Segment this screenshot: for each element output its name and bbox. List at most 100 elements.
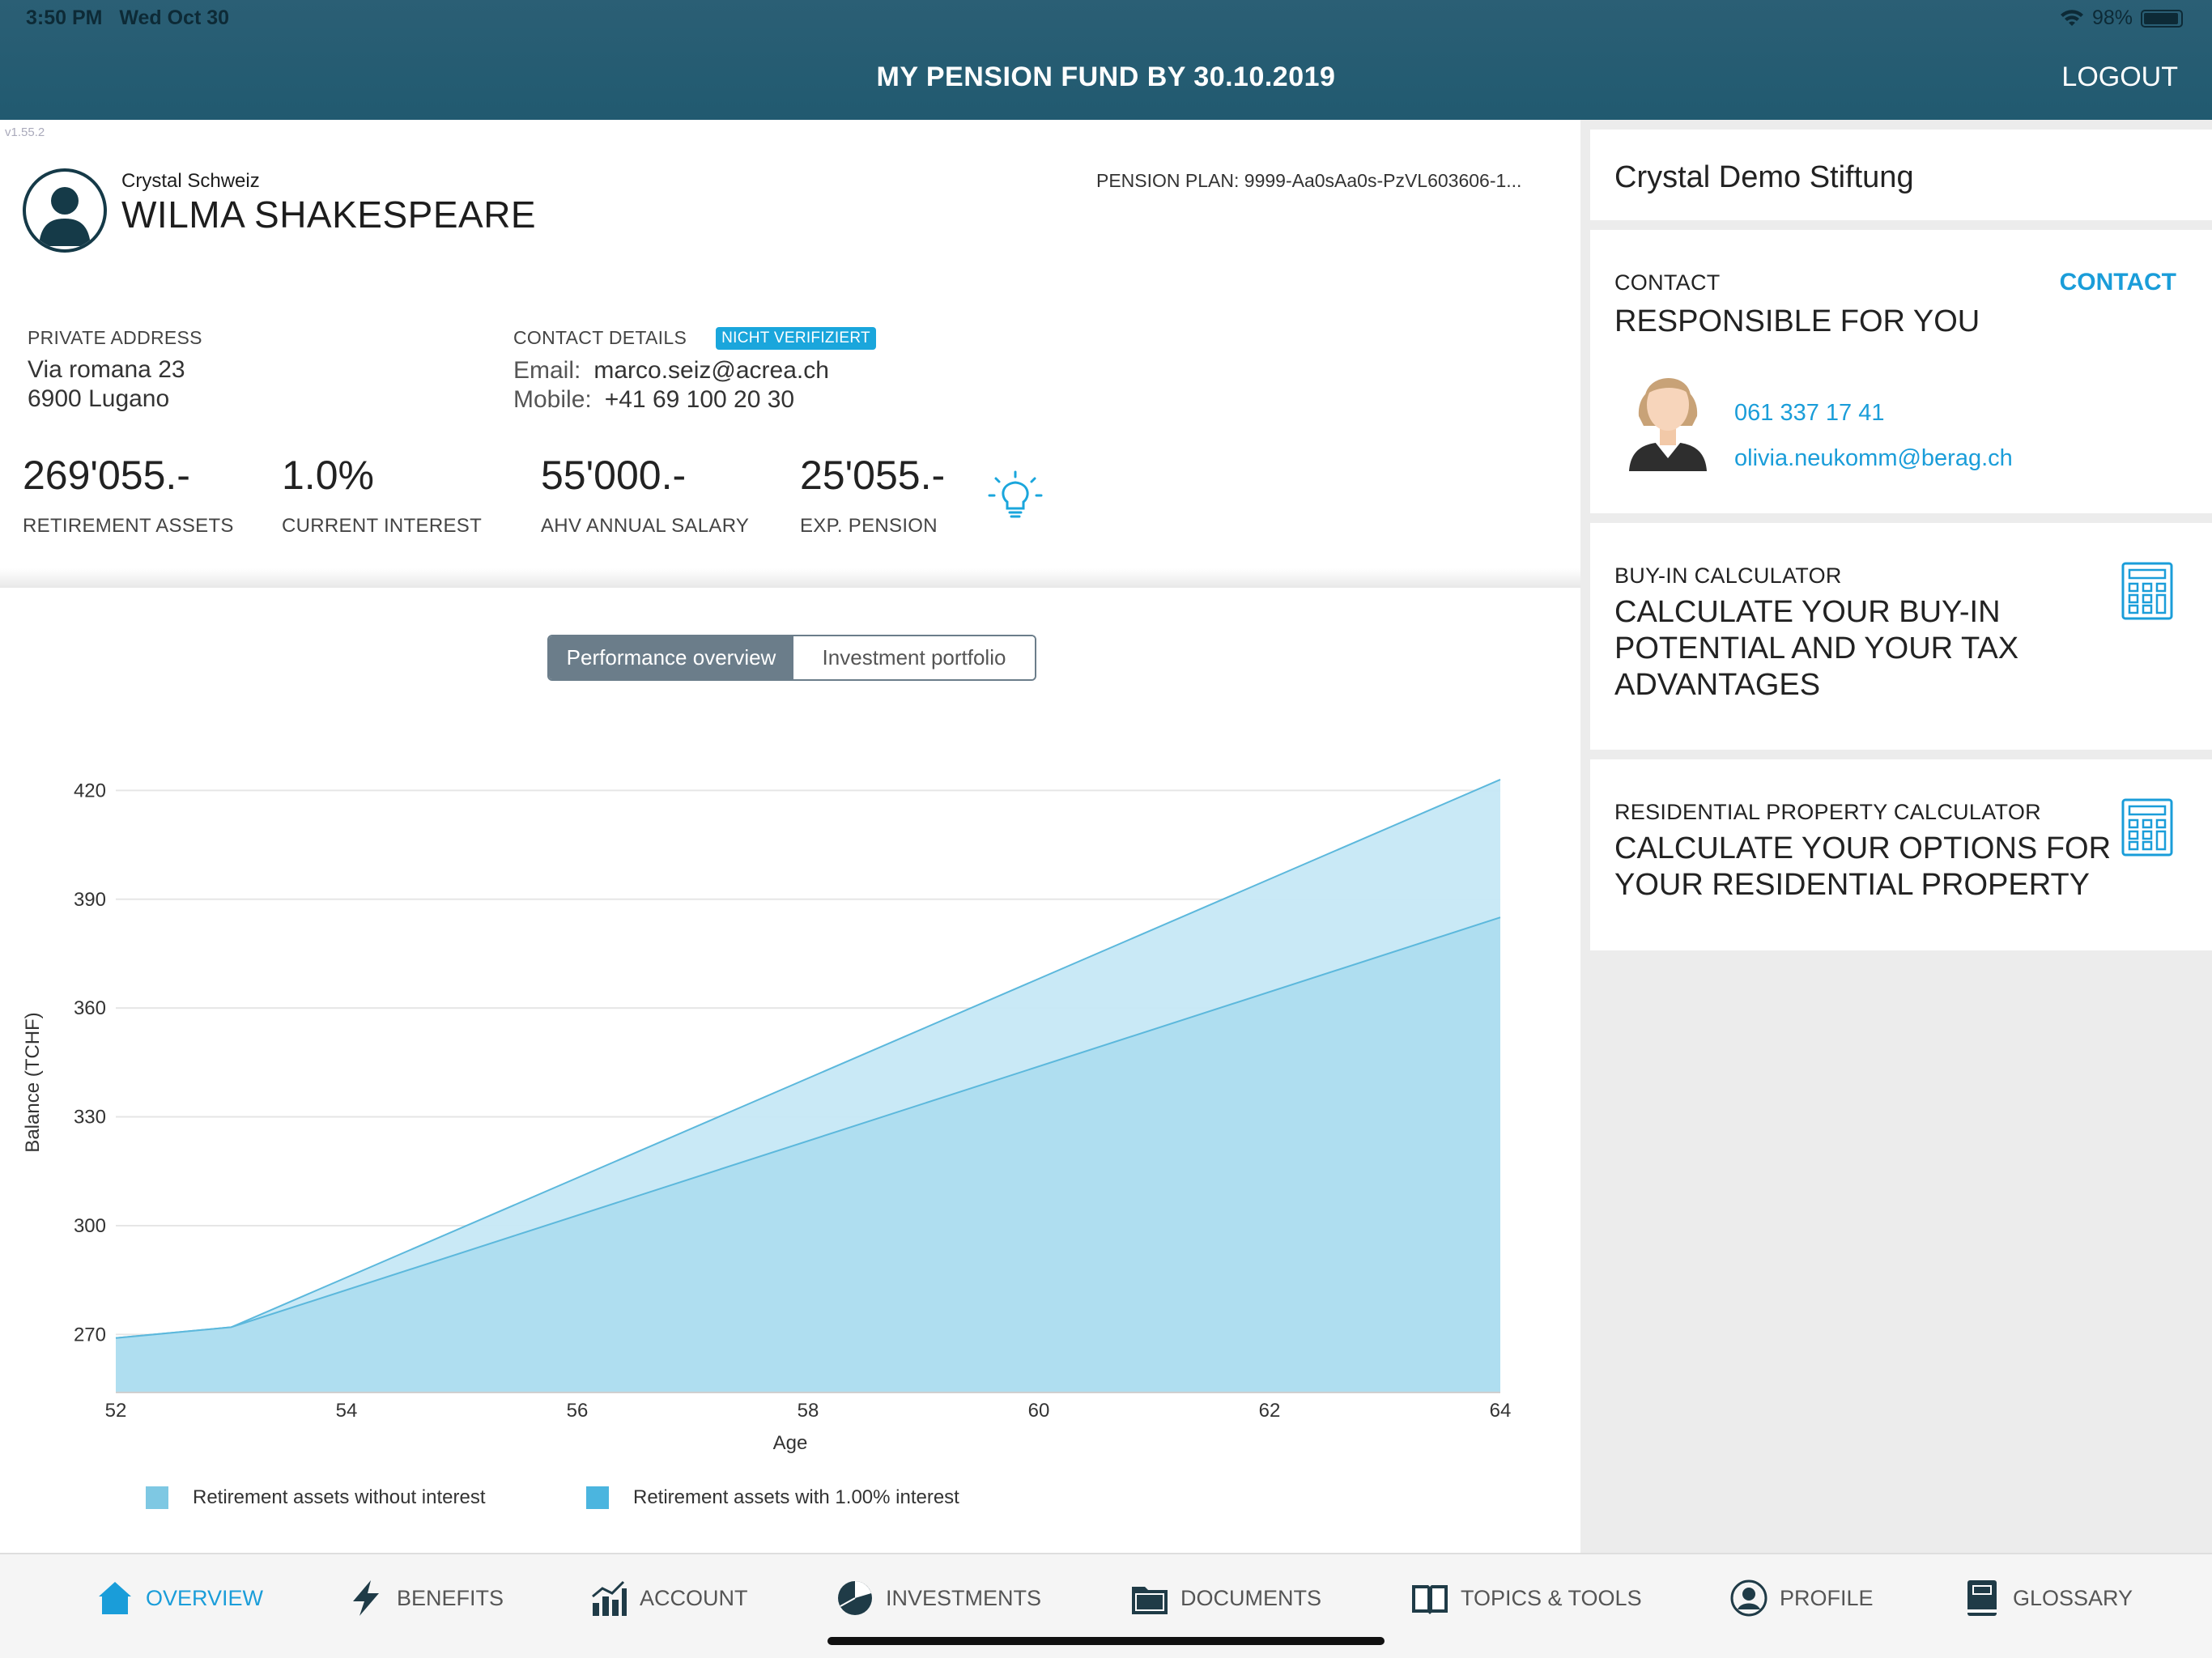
contact-details-label: CONTACT DETAILS	[513, 327, 687, 348]
logout-button[interactable]: LOGOUT	[2061, 62, 2178, 93]
wifi-icon	[2060, 9, 2083, 26]
nav-topics-tools[interactable]: TOPICS & TOOLS	[1410, 1579, 1642, 1618]
buyin-line-1: CALCULATE YOUR BUY-IN	[1614, 595, 2001, 629]
email-label: Email:	[513, 357, 581, 384]
property-calculator-card[interactable]: RESIDENTIAL PROPERTY CALCULATOR CALCULAT…	[1590, 759, 2212, 950]
book-icon	[1412, 1585, 1448, 1614]
mobile-label: Mobile:	[513, 386, 592, 413]
property-line-1: CALCULATE YOUR OPTIONS FOR	[1614, 831, 2112, 865]
y-tick-label: 300	[74, 1215, 106, 1237]
advisor-phone-link[interactable]: 061 337 17 41	[1734, 400, 1884, 427]
buyin-line-3: ADVANTAGES	[1614, 668, 1821, 702]
legend-label: Retirement assets without interest	[193, 1486, 486, 1508]
nav-account[interactable]: ACCOUNT	[589, 1579, 748, 1618]
buyin-label: BUY-IN CALCULATOR	[1614, 563, 1842, 588]
nav-benefits[interactable]: BENEFITS	[347, 1579, 504, 1618]
view-toggle: Performance overview Investment portfoli…	[547, 635, 1036, 681]
kpi-value: 1.0%	[282, 453, 374, 498]
verification-badge[interactable]: NICHT VERIFIZIERT	[716, 327, 876, 350]
property-line-2: YOUR RESIDENTIAL PROPERTY	[1614, 868, 2091, 902]
contact-card: CONTACT CONTACT RESPONSIBLE FOR YOU 061 …	[1590, 230, 2212, 513]
page-title: MY PENSION FUND BY 30.10.2019	[876, 62, 1336, 92]
kpi-ahv-salary: 55'000.- AHV ANNUAL SALARY	[541, 452, 749, 538]
x-tick-label: 54	[336, 1400, 358, 1422]
address-line-1: Via romana 23	[28, 356, 185, 383]
contact-details-label-row: CONTACT DETAILS NICHT VERIFIZIERT	[513, 327, 876, 350]
app-version: v1.55.2	[5, 125, 45, 139]
buyin-calculator-card[interactable]: BUY-IN CALCULATOR CALCULATE YOUR BUY-IN …	[1590, 523, 2212, 750]
lightbulb-icon[interactable]	[988, 470, 1043, 525]
nav-glossary[interactable]: GLOSSARY	[1963, 1579, 2133, 1618]
kpi-label: RETIREMENT ASSETS	[23, 515, 234, 537]
email-row: Email: marco.seiz@acrea.ch	[513, 356, 876, 385]
contact-details: CONTACT DETAILS NICHT VERIFIZIERT Email: m…	[513, 327, 876, 414]
chart-areas	[115, 779, 1501, 1392]
address-label: PRIVATE ADDRESS	[28, 327, 202, 348]
section-divider	[0, 568, 1580, 588]
nav-label: OVERVIEW	[146, 1585, 264, 1610]
x-tick-label: 62	[1259, 1400, 1281, 1422]
performance-chart: 270 300 330 360 390 420 52 54 56 58 60 62 64 Balance…	[22, 779, 1512, 1454]
user-icon	[1730, 1579, 1767, 1617]
y-tick-label: 330	[74, 1107, 106, 1129]
contact-link-button[interactable]: CONTACT	[2060, 269, 2176, 296]
nav-investments[interactable]: INVESTMENTS	[836, 1579, 1041, 1618]
y-tick-label: 390	[74, 889, 106, 911]
chart-x-axis-label: Age	[773, 1432, 808, 1454]
battery-percent: 98%	[2091, 6, 2133, 29]
folder-icon	[1132, 1587, 1168, 1614]
nav-documents[interactable]: DOCUMENTS	[1130, 1579, 1321, 1618]
legend-without-interest: Retirement assets without interest	[146, 1486, 486, 1509]
kpi-expected-pension: 25'055.- EXP. PENSION	[800, 452, 945, 538]
mobile-row: Mobile: +41 69 100 20 30	[513, 385, 876, 414]
responsible-title: RESPONSIBLE FOR YOU	[1614, 304, 1980, 338]
kpi-label: EXP. PENSION	[800, 515, 938, 537]
buyin-description: CALCULATE YOUR BUY-IN POTENTIAL AND YOUR…	[1614, 594, 2018, 704]
email-value: marco.seiz@acrea.ch	[593, 357, 829, 384]
advisor-email-link[interactable]: olivia.neukomm@berag.ch	[1734, 445, 2013, 472]
status-time: 3:50 PM Wed Oct 30	[26, 6, 229, 30]
kpi-label: AHV ANNUAL SALARY	[541, 515, 750, 537]
org-card: Crystal Demo Stiftung	[1590, 130, 2212, 220]
calculator-icon	[2121, 798, 2173, 857]
kpi-value: 25'055.-	[800, 453, 946, 498]
home-icon	[99, 1582, 131, 1614]
legend-label: Retirement assets with 1.00% interest	[633, 1486, 959, 1508]
person-name: WILMA SHAKESPEARE	[121, 193, 537, 236]
nav-label: PROFILE	[1780, 1585, 1874, 1610]
address-line-2: 6900 Lugano	[28, 385, 170, 412]
nav-profile[interactable]: PROFILE	[1729, 1579, 1874, 1618]
private-address: PRIVATE ADDRESS Via romana 23 6900 Lugan…	[28, 327, 202, 414]
x-tick-label: 60	[1028, 1400, 1050, 1422]
app-header: 3:50 PM Wed Oct 30 98% MY PENSION FUND B…	[0, 0, 2212, 120]
nav-label: BENEFITS	[397, 1585, 504, 1610]
property-description: CALCULATE YOUR OPTIONS FOR YOUR RESIDENT…	[1614, 831, 2111, 903]
tab-performance-overview[interactable]: Performance overview	[549, 636, 793, 679]
nav-label: TOPICS & TOOLS	[1461, 1585, 1642, 1610]
buyin-line-2: POTENTIAL AND YOUR TAX	[1614, 631, 2019, 665]
y-tick-label: 270	[74, 1324, 106, 1346]
battery-icon	[2141, 9, 2183, 28]
calculator-icon	[2121, 562, 2173, 620]
home-indicator[interactable]	[827, 1637, 1385, 1645]
x-tick-label: 64	[1490, 1400, 1512, 1422]
nav-label: GLOSSARY	[2013, 1585, 2133, 1610]
nav-overview[interactable]: OVERVIEW	[96, 1579, 263, 1618]
bar-chart-icon	[592, 1580, 627, 1616]
status-indicators: 98%	[2060, 6, 2183, 30]
nav-label: INVESTMENTS	[886, 1585, 1042, 1610]
series-area-without-interest	[116, 917, 1500, 1392]
kpi-value: 269'055.-	[23, 453, 190, 498]
legend-swatch	[146, 1486, 168, 1509]
org-name: Crystal Demo Stiftung	[1614, 160, 1914, 194]
mobile-value: +41 69 100 20 30	[604, 386, 795, 413]
kpi-value: 55'000.-	[541, 453, 687, 498]
legend-with-interest: Retirement assets with 1.00% interest	[586, 1486, 959, 1509]
x-tick-label: 52	[105, 1400, 127, 1422]
pension-plan: PENSION PLAN: 9999-Aa0sAa0s-PzVL603606-1…	[1096, 170, 1522, 191]
nav-label: DOCUMENTS	[1180, 1585, 1321, 1610]
tab-investment-portfolio[interactable]: Investment portfolio	[793, 636, 1035, 679]
nav-label: ACCOUNT	[640, 1585, 748, 1610]
pie-chart-icon	[838, 1581, 872, 1615]
y-tick-label: 420	[74, 780, 106, 801]
